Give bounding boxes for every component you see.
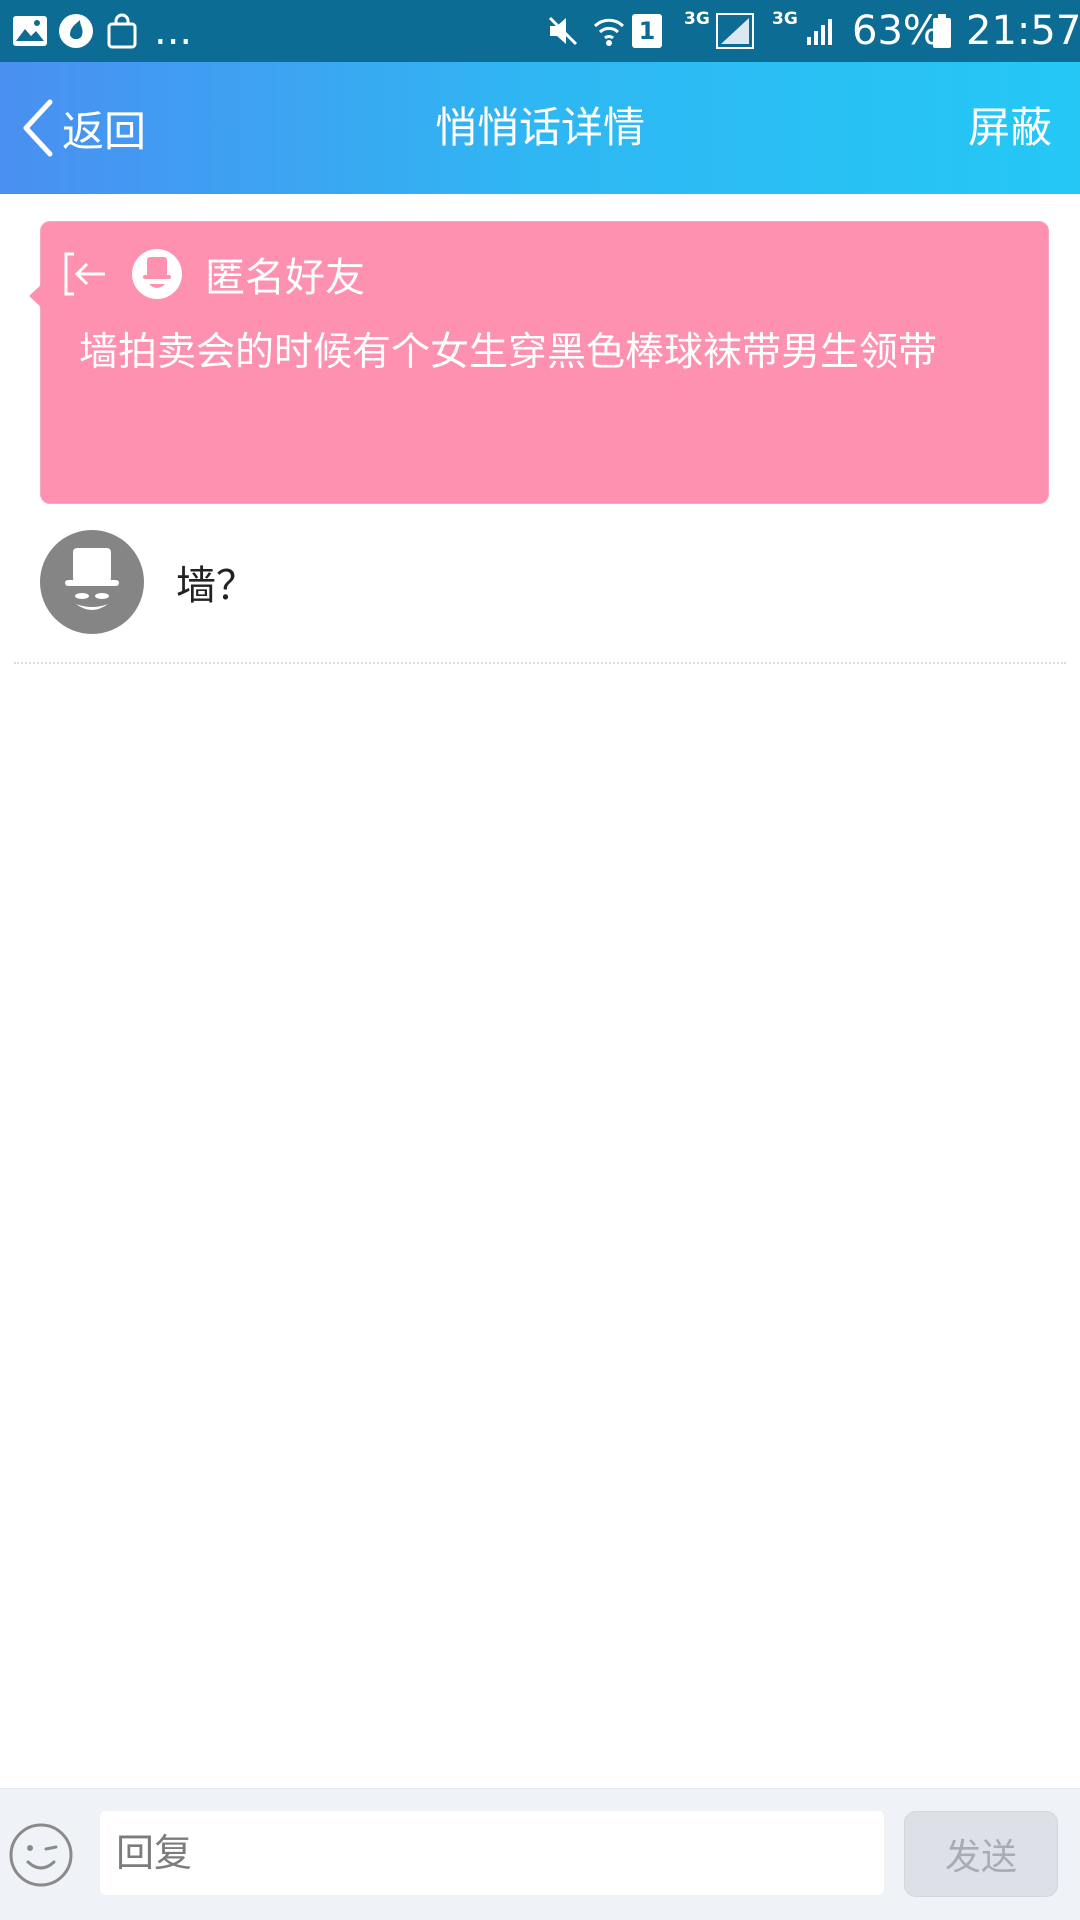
sim-slot: 1 — [632, 14, 662, 48]
anonymous-avatar-icon — [132, 249, 182, 299]
shopping-bag-icon — [106, 0, 138, 62]
card-tail — [29, 284, 42, 308]
wifi-icon — [592, 0, 626, 62]
page-title: 悄悄话详情 — [434, 103, 645, 152]
reply-item: 墙？ — [40, 530, 1060, 634]
reply-text: 墙？ — [176, 563, 256, 609]
sender-name: 匿名好友 — [205, 255, 365, 301]
divider — [14, 662, 1066, 664]
send-button[interactable]: 发送 — [904, 1811, 1058, 1897]
battery-icon — [932, 0, 952, 62]
emoji-button[interactable] — [8, 1822, 74, 1888]
exit-arrow-icon — [64, 252, 105, 296]
network-type-2: 3G — [772, 9, 798, 29]
input-bar: 发送 — [0, 1788, 1080, 1920]
emoji-icon — [9, 1823, 73, 1887]
anonymous-avatar-icon — [40, 530, 144, 634]
network-type-1: 3G — [684, 9, 710, 29]
battery-percent: 63% — [852, 8, 941, 54]
overflow-text: ... — [154, 8, 193, 54]
sim-1-icon: 1 — [632, 0, 662, 62]
signal-icon — [806, 0, 838, 62]
mute-icon — [546, 0, 580, 62]
block-button[interactable]: 屏蔽 — [968, 62, 1052, 194]
whisper-card: 匿名好友 墙拍卖会的时候有个女生穿黑色棒球袜带男生领带 — [29, 221, 1049, 504]
header-bar: 返回 悄悄话详情 屏蔽 — [0, 62, 1080, 194]
signal-icon — [716, 0, 754, 62]
sync-icon — [58, 0, 94, 62]
gallery-icon — [12, 0, 48, 62]
clock: 21:57 — [966, 8, 1080, 54]
whisper-message: 墙拍卖会的时候有个女生穿黑色棒球袜带男生领带 — [79, 330, 938, 375]
card-header: 匿名好友 — [63, 248, 365, 301]
status-bar: ... 1 3G 3G 63% 21:57 — [0, 0, 1080, 62]
reply-input[interactable] — [100, 1811, 884, 1895]
